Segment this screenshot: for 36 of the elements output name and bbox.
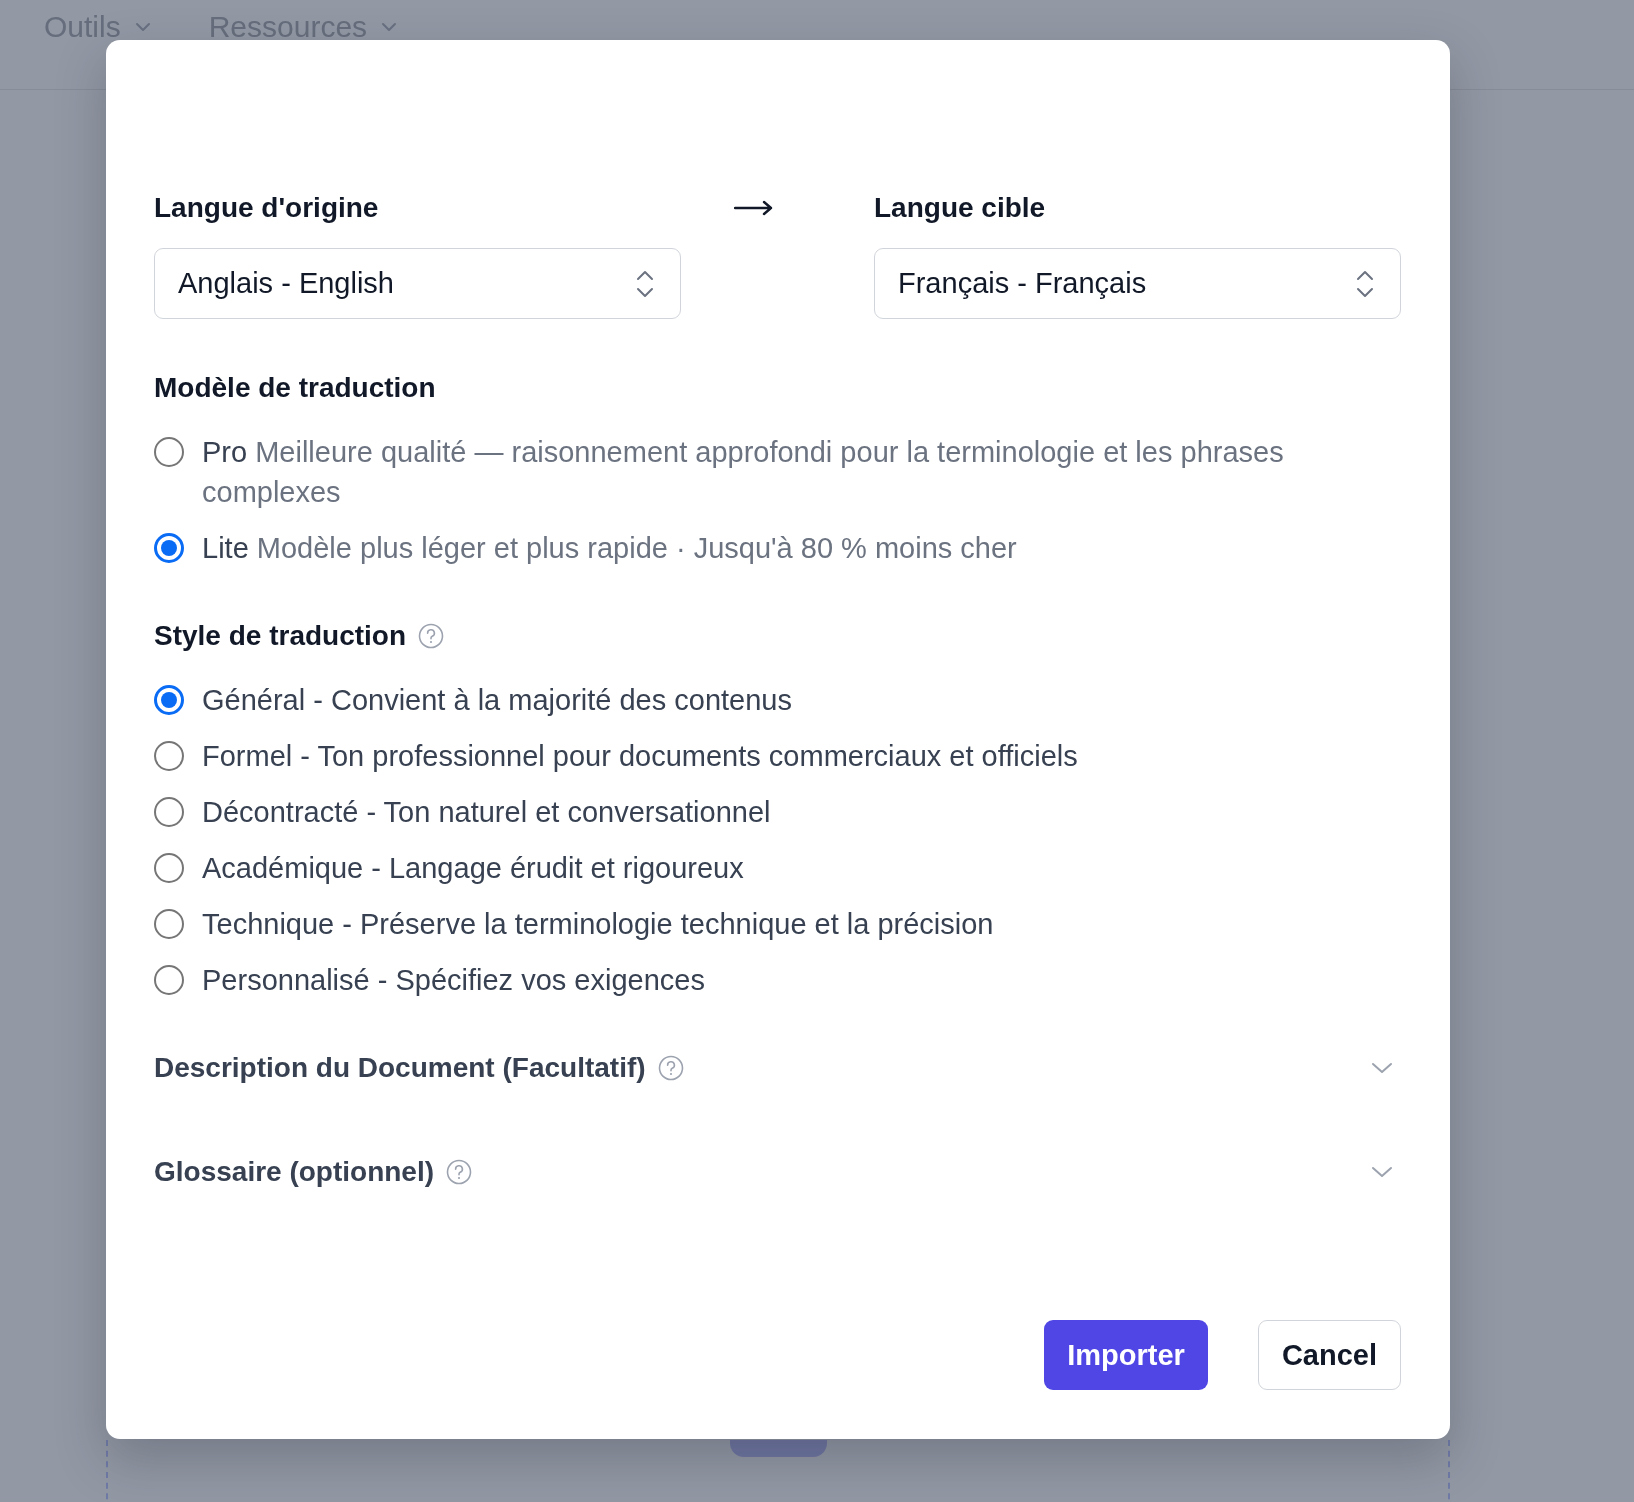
field-label: Langue cible — [874, 191, 1046, 225]
option-label[interactable]: Pro Meilleure qualité — raisonnement approfondi pour la terminologie et les phrases complexes — [202, 432, 1312, 512]
radio-button[interactable] — [154, 797, 184, 827]
radio-button[interactable] — [154, 909, 184, 939]
option-label[interactable]: Académique - Langage érudit et rigoureux — [202, 848, 744, 888]
radio-button[interactable] — [154, 685, 184, 715]
arrow-right-icon — [734, 200, 774, 216]
import-button[interactable]: Importer — [1044, 1320, 1208, 1390]
radio-button[interactable] — [154, 533, 184, 563]
field-label: Langue d'origine — [154, 191, 379, 225]
option-label[interactable]: Personnalisé - Spécifiez vos exigences — [202, 960, 705, 1000]
language-select[interactable]: Français - Français — [874, 248, 1401, 319]
language-select[interactable]: Anglais - English — [154, 248, 681, 319]
chevron-down-icon[interactable] — [1371, 1166, 1393, 1178]
caret-icon — [381, 22, 398, 32]
section-title: Modèle de traduction — [154, 371, 436, 405]
option-label[interactable]: Formel - Ton professionnel pour documents commerciaux et officiels — [202, 736, 1078, 776]
chevron-up-down-icon — [1356, 268, 1374, 299]
chevron-down-icon[interactable] — [1371, 1062, 1393, 1074]
radio-button[interactable] — [154, 853, 184, 883]
radio-button[interactable] — [154, 437, 184, 467]
help-icon[interactable] — [446, 1159, 473, 1185]
option-label[interactable]: Technique - Préserve la terminologie technique et la précision — [202, 904, 994, 944]
radio-button[interactable] — [154, 965, 184, 995]
option-label[interactable]: Lite Modèle plus léger et plus rapide · Jusqu'à 80 % moins cher — [202, 528, 1017, 568]
cancel-button[interactable]: Cancel — [1257, 1320, 1401, 1390]
help-icon[interactable] — [657, 1055, 684, 1081]
caret-icon — [134, 22, 151, 32]
chevron-up-down-icon — [636, 268, 654, 299]
option-label[interactable]: Décontracté - Ton naturel et conversationnel — [202, 792, 771, 832]
option-label[interactable]: Général - Convient à la majorité des contenus — [202, 680, 792, 720]
section-title: Style de traduction — [154, 619, 407, 653]
collapsible-title[interactable]: Description du Document (Facultatif) — [154, 1051, 646, 1085]
help-icon[interactable] — [418, 623, 445, 649]
collapsible-title[interactable]: Glossaire (optionnel) — [154, 1155, 435, 1189]
radio-button[interactable] — [154, 741, 184, 771]
